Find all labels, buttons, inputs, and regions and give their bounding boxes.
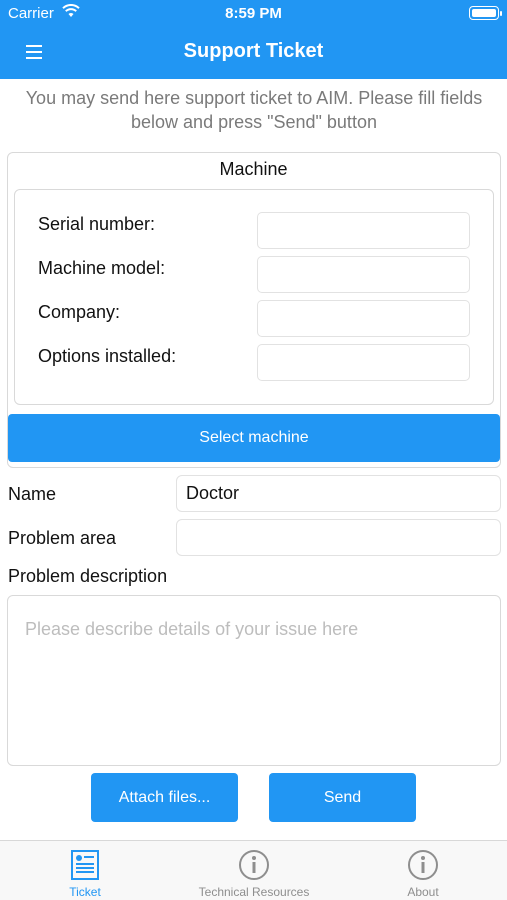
select-machine-button[interactable]: Select machine [8, 414, 500, 462]
problem-description-placeholder: Please describe details of your issue he… [25, 619, 359, 639]
machine-model-label: Machine model: [38, 258, 166, 278]
ticket-icon [71, 850, 99, 880]
status-bar: Carrier 8:59 PM [0, 0, 507, 28]
company-field[interactable] [257, 300, 470, 337]
tab-technical-resources[interactable]: Technical Resources [180, 841, 328, 900]
tab-about[interactable]: About [378, 841, 468, 900]
intro-text: You may send here support ticket to AIM.… [25, 88, 483, 132]
page-title: Support Ticket [183, 40, 324, 62]
info-icon [408, 850, 438, 880]
send-button[interactable]: Send [269, 773, 416, 822]
serial-number-field[interactable] [257, 212, 470, 249]
problem-area-label: Problem area [8, 528, 117, 548]
problem-description-label: Problem description [8, 566, 168, 586]
options-installed-label: Options installed: [38, 346, 177, 366]
company-label: Company: [38, 302, 121, 322]
info-icon [239, 850, 269, 880]
tab-about-label: About [407, 885, 439, 899]
navigation-bar: Carrier 8:59 PM Support Ticket [0, 0, 507, 79]
machine-section-title: Machine [219, 159, 288, 179]
name-label: Name [8, 484, 57, 504]
options-installed-field[interactable] [257, 344, 470, 381]
name-field[interactable]: Doctor [176, 475, 501, 512]
tab-ticket-label: Ticket [69, 885, 101, 899]
problem-area-field[interactable] [176, 519, 501, 556]
battery-icon [469, 6, 502, 20]
tab-technical-resources-label: Technical Resources [198, 885, 310, 899]
clock: 8:59 PM [225, 5, 282, 22]
attach-files-button[interactable]: Attach files... [91, 773, 238, 822]
tab-bar: Ticket Technical Resources About [0, 840, 507, 900]
tab-ticket[interactable]: Ticket [40, 841, 130, 900]
serial-number-label: Serial number: [38, 214, 156, 234]
machine-model-field[interactable] [257, 256, 470, 293]
